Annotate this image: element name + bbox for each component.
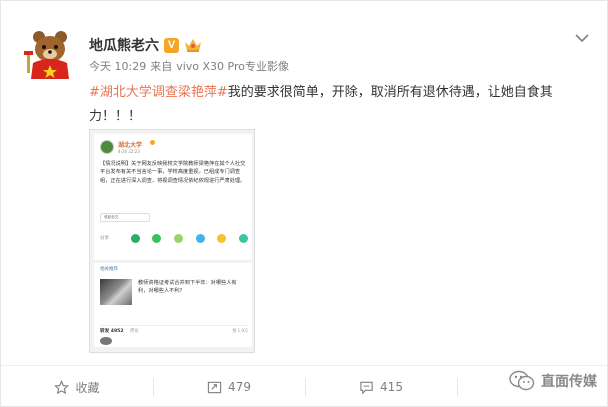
repost-button[interactable]: 479 bbox=[153, 366, 305, 407]
wechat-icon bbox=[130, 233, 140, 243]
post-time[interactable]: 今天 10:29 bbox=[89, 58, 146, 74]
embedded-verified-icon bbox=[150, 140, 155, 145]
source-prefix: 来自 bbox=[150, 60, 173, 73]
favorite-button[interactable]: 收藏 bbox=[1, 366, 153, 407]
embedded-related-text: 教师资格证考试合并到下半年：对哪些人有利，对哪些人不利？ bbox=[138, 280, 237, 294]
embedded-related-panel: 相关推荐 教师资格证考试合并到下半年：对哪些人有利，对哪些人不利？ 转发 495… bbox=[94, 263, 252, 347]
weibo-post-card: 地瓜熊老六 V 今天 10:29 来自 vivo X30 Pro专业影像 #湖北… bbox=[0, 0, 608, 407]
embedded-comment-tab: 评论 bbox=[129, 328, 139, 334]
qq-icon bbox=[195, 233, 205, 243]
comment-button[interactable]: 415 bbox=[305, 366, 457, 407]
comment-icon bbox=[360, 381, 373, 394]
embedded-likes: 赞 1.9万 bbox=[232, 327, 248, 333]
favorite-label: 收藏 bbox=[75, 380, 100, 395]
repost-icon bbox=[207, 381, 222, 393]
embedded-post-panel: 湖北大学 4-26 22:23 【情况说明】关于网友反映我校文学院教师梁艳萍在其… bbox=[94, 134, 252, 260]
embedded-reply-avatar bbox=[100, 337, 112, 345]
avatar[interactable] bbox=[23, 25, 77, 79]
member-crown-icon[interactable] bbox=[184, 37, 202, 53]
embedded-related-label: 相关推荐 bbox=[100, 267, 118, 272]
post-text: #湖北大学调查梁艳萍#我的要求很简单，开除，取消所有退休待遇，让她自食其力！！！ bbox=[89, 81, 589, 129]
embedded-notice: 【情况说明】关于网友反映我校文学院教师梁艳萍在其个人社交平台发布有关不当言论一事… bbox=[100, 161, 246, 184]
embedded-account-name: 湖北大学 bbox=[118, 142, 143, 149]
post-meta: 今天 10:29 来自 vivo X30 Pro专业影像 bbox=[89, 58, 289, 74]
star-icon bbox=[54, 379, 70, 394]
embedded-avatar bbox=[100, 140, 114, 154]
moments-icon bbox=[152, 233, 162, 243]
wechat-watermark-icon bbox=[509, 370, 535, 391]
embedded-share-label: 分享 bbox=[100, 236, 109, 241]
hashtag-link[interactable]: #湖北大学调查梁艳萍# bbox=[89, 85, 228, 100]
embedded-date: 4-26 22:23 bbox=[118, 149, 140, 154]
embedded-repost-tab: 转发 4952 bbox=[100, 328, 124, 334]
more-share-icon bbox=[238, 233, 248, 243]
embedded-share-row: 分享 bbox=[100, 232, 248, 244]
watermark-text: 直面传媒 bbox=[541, 374, 597, 390]
chevron-down-icon[interactable] bbox=[575, 33, 589, 43]
qzone-icon bbox=[217, 233, 227, 243]
author-name[interactable]: 地瓜熊老六 bbox=[89, 35, 159, 55]
post-image[interactable]: 湖北大学 4-26 22:23 【情况说明】关于网友反映我校文学院教师梁艳萍在其… bbox=[89, 129, 255, 353]
author-row: 地瓜熊老六 V bbox=[89, 34, 202, 56]
comment-count: 415 bbox=[380, 380, 403, 394]
wechat-moments-icon bbox=[173, 233, 183, 243]
embedded-fold: 收起全文 bbox=[100, 213, 150, 222]
watermark: 直面传媒 bbox=[509, 370, 597, 392]
embedded-tabs: 转发 4952 评论 赞 1.9万 bbox=[100, 325, 248, 334]
post-source[interactable]: vivo X30 Pro专业影像 bbox=[176, 58, 289, 74]
embedded-related-thumbnail bbox=[100, 279, 132, 305]
repost-count: 479 bbox=[228, 380, 251, 394]
verified-icon: V bbox=[164, 37, 179, 53]
